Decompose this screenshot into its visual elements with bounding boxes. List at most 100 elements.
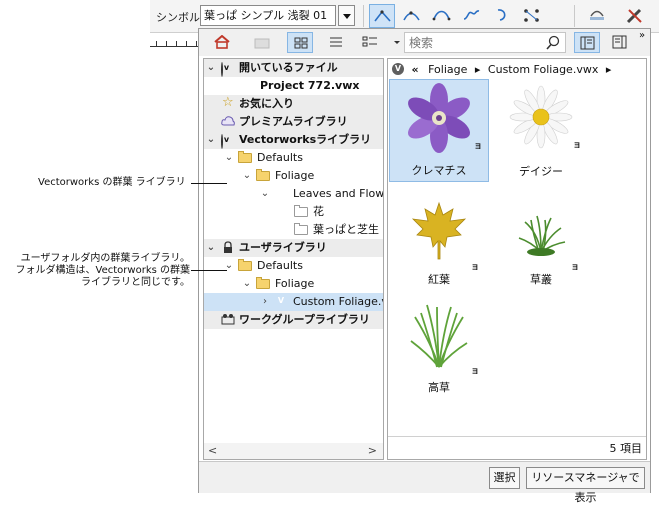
- item-count: 5 項目: [609, 442, 643, 455]
- breadcrumb-separator: ▸: [474, 63, 481, 76]
- tree-item-defaults[interactable]: ⌄ Defaults: [204, 149, 383, 167]
- grid-icon: [294, 37, 308, 49]
- resource-item[interactable]: ョ デイジー: [491, 79, 591, 182]
- vectorworks-file-icon: [242, 79, 256, 93]
- vectorworks-library-icon: [221, 133, 235, 149]
- resource-item[interactable]: ョ クレマチス: [389, 79, 489, 182]
- resource-manager-window: » ⌄ 開いているファイル Project 772.vwx ☆ お気に入り プレ…: [198, 28, 651, 504]
- flip-icon: [590, 10, 604, 20]
- tree-section-premium[interactable]: プレミアムライブラリ: [204, 113, 383, 131]
- annotation-line: ライブラリと同じです。: [81, 277, 190, 288]
- tree-item-flower[interactable]: 花: [204, 203, 383, 221]
- chevron-down-icon[interactable]: ⌄: [260, 185, 270, 203]
- list-icon: [330, 37, 342, 47]
- tree-item-leaves-grass[interactable]: 葉っぱと芝生: [204, 221, 383, 239]
- chevron-down-icon: [394, 41, 400, 44]
- show-preview-button[interactable]: [607, 32, 633, 53]
- breadcrumb-foliage[interactable]: Foliage: [428, 63, 467, 76]
- nodes-button[interactable]: [519, 4, 545, 28]
- chevron-down-icon[interactable]: [338, 5, 355, 26]
- breadcrumb-separator: ▸: [605, 63, 612, 76]
- scroll-left-icon[interactable]: <: [208, 444, 217, 457]
- line-mode-button[interactable]: [369, 4, 395, 28]
- more-options-icon[interactable]: »: [639, 30, 645, 41]
- symbol-marker: ョ: [471, 366, 479, 375]
- settings-button[interactable]: [622, 4, 648, 28]
- maple-leaf-icon: [411, 201, 467, 260]
- resource-item-label: 草叢: [530, 273, 552, 286]
- tree-section-open-files[interactable]: ⌄ 開いているファイル: [204, 59, 383, 77]
- toolbar-divider: [574, 5, 575, 27]
- vectorworks-file-icon: [275, 187, 289, 201]
- annotation-vectorworks-library: Vectorworks の群葉 ライブラリ: [38, 177, 186, 188]
- show-info-pane-button[interactable]: [574, 32, 600, 53]
- search-box[interactable]: [404, 32, 566, 53]
- breadcrumb-back[interactable]: «: [412, 63, 419, 76]
- tree-item-foliage[interactable]: ⌄ Foliage: [204, 167, 383, 185]
- symbol-select[interactable]: 葉っぱ シンプル 浅裂 01: [200, 5, 355, 26]
- chevron-down-icon[interactable]: ⌄: [206, 59, 216, 77]
- cloud-icon: [221, 115, 235, 129]
- tree-section-workgroup[interactable]: ワークグループライブラリ: [204, 311, 383, 329]
- grass-clump-icon: [518, 215, 566, 256]
- tree-item-custom-foliage[interactable]: › Custom Foliage.v: [204, 293, 383, 311]
- tree-item-project[interactable]: Project 772.vwx: [204, 77, 383, 95]
- tree-item-foliage[interactable]: ⌄ Foliage: [204, 275, 383, 293]
- select-button[interactable]: 選択: [489, 467, 520, 489]
- detail-view-button[interactable]: [357, 32, 383, 53]
- breadcrumb-file[interactable]: Custom Foliage.vwx: [488, 63, 598, 76]
- tree-item-leaves-and-flowers[interactable]: ⌄ Leaves and Flow: [204, 185, 383, 203]
- home-icon: [214, 35, 230, 49]
- flip-button[interactable]: [584, 4, 610, 28]
- chevron-down-icon[interactable]: ⌄: [206, 239, 216, 257]
- chevron-down-icon[interactable]: ⌄: [242, 275, 252, 293]
- resource-item[interactable]: ョ 草叢: [491, 187, 591, 290]
- chevron-down-icon[interactable]: ⌄: [224, 149, 234, 167]
- chevron-right-icon[interactable]: ›: [260, 293, 270, 311]
- tree-section-user-library[interactable]: ⌄ ユーザライブラリ: [204, 239, 383, 257]
- folder-button[interactable]: [249, 32, 275, 53]
- tree-section-favorites[interactable]: ☆ お気に入り: [204, 95, 383, 113]
- arc-mode-button[interactable]: [399, 4, 425, 28]
- arc-mode-icon: [403, 11, 420, 21]
- curve-mode-button[interactable]: [429, 4, 455, 28]
- chevron-down-icon[interactable]: ⌄: [206, 131, 216, 149]
- folder-icon: [294, 205, 308, 219]
- thumbnail-view-button[interactable]: [287, 32, 313, 53]
- s-curve-button[interactable]: [459, 4, 485, 28]
- library-tree: ⌄ 開いているファイル Project 772.vwx ☆ お気に入り プレミア…: [203, 58, 384, 460]
- resource-manager-toolbar: »: [199, 29, 650, 56]
- list-view-button[interactable]: [323, 32, 349, 53]
- view-options-dropdown[interactable]: [391, 32, 403, 53]
- vectorworks-file-icon: [275, 295, 289, 309]
- line-mode-icon: [374, 10, 391, 22]
- folder-icon: [294, 223, 308, 237]
- workgroup-icon: [221, 313, 235, 327]
- search-input[interactable]: [409, 34, 539, 51]
- show-in-resource-manager-button[interactable]: リソースマネージャで表示: [526, 467, 645, 504]
- symbol-select-value[interactable]: 葉っぱ シンプル 浅裂 01: [200, 5, 336, 26]
- symbol-marker: ョ: [474, 141, 482, 150]
- folder-icon: [256, 169, 270, 183]
- annotation-leader: [191, 270, 227, 271]
- open-file-icon: [221, 61, 235, 77]
- resource-item[interactable]: ョ 高草: [389, 295, 489, 398]
- s-curve-icon: [463, 10, 480, 20]
- tree-horizontal-scrollbar[interactable]: < >: [204, 443, 383, 459]
- annotation-leader: [191, 183, 227, 184]
- tree-section-vectorworks-library[interactable]: ⌄ Vectorworksライブラリ: [204, 131, 383, 149]
- tall-grass-icon: [410, 304, 468, 368]
- symbol-label: シンボル: [156, 11, 200, 24]
- resource-item-label: 紅葉: [428, 273, 450, 286]
- chevron-down-icon[interactable]: ⌄: [224, 257, 234, 275]
- folder-icon: [238, 259, 252, 273]
- tree-item-defaults[interactable]: ⌄ Defaults: [204, 257, 383, 275]
- spiral-button[interactable]: [489, 4, 515, 28]
- chevron-down-icon[interactable]: ⌄: [242, 167, 252, 185]
- scroll-right-icon[interactable]: >: [368, 444, 377, 457]
- breadcrumb: « Foliage ▸ Custom Foliage.vwx ▸: [390, 61, 611, 79]
- home-button[interactable]: [209, 32, 235, 53]
- annotation-user-library: ユーザフォルダ内の群葉ライブラリ。 フォルダ構造は、Vectorworks の群…: [6, 253, 190, 289]
- resource-item[interactable]: ョ 紅葉: [389, 187, 489, 290]
- resource-item-label: 高草: [428, 381, 450, 394]
